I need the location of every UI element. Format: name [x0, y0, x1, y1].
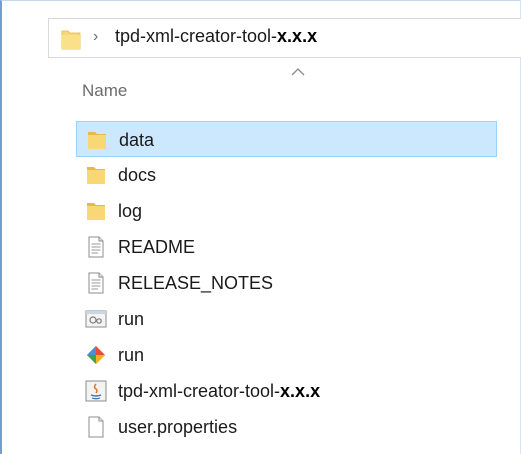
- file-name: log: [118, 201, 142, 222]
- explorer-window: › tpd-xml-creator-tool-x.x.x Name data do…: [0, 0, 521, 454]
- file-list: data docs log README RELEASE_NOTESrun run tpd-…: [76, 121, 497, 445]
- breadcrumb-folder[interactable]: tpd-xml-creator-tool-x.x.x: [115, 26, 317, 47]
- file-name: run: [118, 345, 144, 366]
- file-row[interactable]: tpd-xml-creator-tool-x.x.x: [76, 373, 497, 409]
- file-name: docs: [118, 165, 156, 186]
- java-jar-icon: [85, 380, 107, 402]
- address-bar[interactable]: › tpd-xml-creator-tool-x.x.x: [48, 18, 521, 58]
- file-name: user.properties: [118, 417, 237, 438]
- chevron-right-icon[interactable]: ›: [93, 28, 98, 46]
- file-name-version: x.x.x: [280, 381, 321, 401]
- text-file-icon: [85, 236, 107, 258]
- file-name: README: [118, 237, 195, 258]
- file-name: run: [118, 309, 144, 330]
- file-row[interactable]: data: [76, 121, 497, 157]
- file-row[interactable]: README: [76, 229, 497, 265]
- file-name-text: docs: [118, 165, 157, 185]
- file-name: RELEASE_NOTES: [118, 273, 273, 294]
- name-column-header[interactable]: Name: [82, 81, 127, 101]
- file-name-text: log: [118, 201, 143, 221]
- file-name-text: data: [119, 130, 155, 150]
- file-row[interactable]: log: [76, 193, 497, 229]
- sort-ascending-icon: [291, 68, 305, 76]
- folder-icon: [85, 164, 107, 186]
- file-row[interactable]: run: [76, 337, 497, 373]
- blank-file-icon: [85, 416, 107, 438]
- file-row[interactable]: user.properties: [76, 409, 497, 445]
- file-row[interactable]: docs: [76, 157, 497, 193]
- file-name: data: [119, 130, 154, 151]
- folder-icon: [85, 200, 107, 222]
- file-name-text: run: [118, 309, 145, 329]
- file-name-text: README: [118, 237, 196, 257]
- file-name-text: tpd-xml-creator-tool-: [118, 381, 281, 401]
- file-row[interactable]: run: [76, 301, 497, 337]
- file-name-text: run: [118, 345, 145, 365]
- breadcrumb-folder-name: tpd-xml-creator-tool-: [115, 26, 278, 46]
- file-name-text: RELEASE_NOTES: [118, 273, 274, 293]
- file-name-text: user.properties: [118, 417, 238, 437]
- folder-icon: [61, 30, 81, 50]
- git-bash-icon: [85, 344, 107, 366]
- file-name: tpd-xml-creator-tool-x.x.x: [118, 381, 320, 402]
- breadcrumb-folder-version: x.x.x: [277, 26, 318, 46]
- text-file-icon: [85, 272, 107, 294]
- batch-file-icon: [85, 308, 107, 330]
- file-row[interactable]: RELEASE_NOTES: [76, 265, 497, 301]
- folder-icon: [86, 129, 108, 151]
